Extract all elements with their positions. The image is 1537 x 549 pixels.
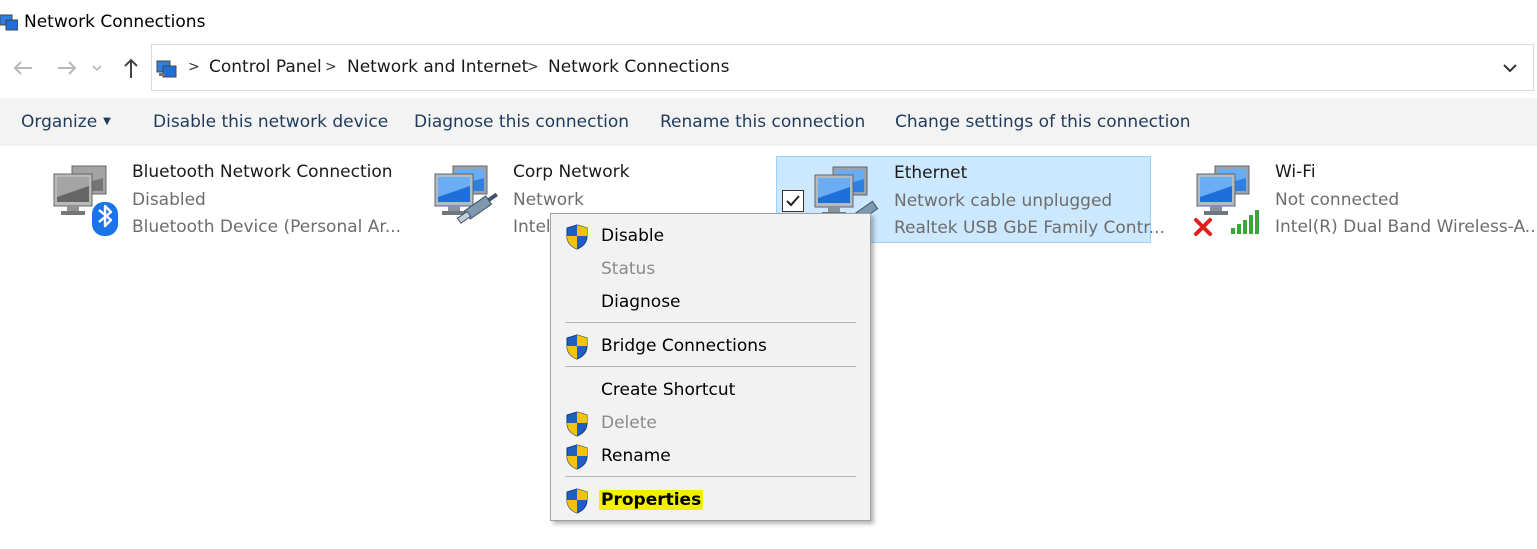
uac-shield-icon: [566, 488, 588, 514]
connection-device: Intel(R) Dual Band Wireless-A...: [1275, 217, 1537, 237]
network-folder-icon: [156, 60, 177, 78]
connection-name: Bluetooth Network Connection: [132, 162, 393, 182]
breadcrumb-separator: >: [188, 59, 200, 75]
organize-menu-button[interactable]: Organize ▼: [21, 112, 111, 132]
menu-item-disable[interactable]: Disable: [551, 221, 870, 251]
connection-device: Realtek USB GbE Family Contr...: [894, 218, 1165, 238]
back-button[interactable]: [10, 56, 36, 80]
menu-item-label: Properties: [599, 490, 704, 510]
breadcrumb-network-connections[interactable]: Network Connections: [548, 57, 729, 77]
bluetooth-network-icon: [53, 165, 118, 236]
breadcrumb-separator: >: [527, 59, 539, 75]
menu-item-label: Delete: [601, 413, 657, 433]
menu-item-bridge-connections[interactable]: Bridge Connections: [551, 331, 870, 361]
connection-tile-bluetooth[interactable]: Bluetooth Network Connection Disabled Bl…: [50, 156, 401, 244]
menu-item-create-shortcut[interactable]: Create Shortcut: [551, 375, 870, 405]
title-bar: Network Connections: [0, 0, 1537, 42]
menu-item-rename[interactable]: Rename: [551, 441, 870, 471]
menu-item-status: Status: [551, 254, 870, 284]
wired-network-icon: [434, 165, 498, 224]
connection-status: Network: [513, 190, 584, 210]
connection-name: Corp Network: [513, 162, 630, 182]
organize-label: Organize: [21, 112, 98, 132]
menu-item-label: Diagnose: [601, 292, 681, 312]
change-settings-button[interactable]: Change settings of this connection: [895, 112, 1191, 132]
connection-device: Bluetooth Device (Personal Ar...: [132, 217, 402, 237]
breadcrumb-separator: >: [325, 59, 337, 75]
menu-item-label: Create Shortcut: [601, 380, 736, 400]
menu-item-properties[interactable]: Properties: [551, 485, 870, 515]
uac-shield-icon: [566, 334, 588, 360]
menu-item-label: Status: [601, 259, 656, 279]
disable-device-button[interactable]: Disable this network device: [153, 112, 388, 132]
forward-arrow-icon: [58, 61, 77, 75]
window-title: Network Connections: [24, 12, 206, 32]
uac-shield-icon: [566, 411, 588, 437]
connection-name: Ethernet: [894, 163, 968, 183]
menu-separator: [565, 366, 856, 367]
forward-button[interactable]: [54, 56, 80, 80]
chevron-down-icon: [92, 65, 102, 72]
connection-status: Not connected: [1275, 190, 1400, 210]
connection-tile-wifi[interactable]: Wi-Fi Not connected Intel(R) Dual Band W…: [1193, 156, 1537, 244]
menu-separator: [565, 476, 856, 477]
breadcrumb-control-panel[interactable]: Control Panel: [209, 57, 322, 77]
selection-checkbox[interactable]: [782, 190, 804, 212]
menu-item-label: Bridge Connections: [601, 336, 767, 356]
context-menu: Disable Status Diagnose Bridge Connectio…: [550, 213, 871, 521]
menu-item-label: Disable: [601, 226, 665, 246]
address-bar[interactable]: > Control Panel > Network and Internet >…: [151, 44, 1534, 91]
wifi-network-icon: [1194, 165, 1259, 236]
menu-item-delete: Delete: [551, 408, 870, 438]
navigation-bar: > Control Panel > Network and Internet >…: [0, 44, 1537, 92]
connection-status: Network cable unplugged: [894, 191, 1113, 211]
recent-locations-button[interactable]: [88, 56, 106, 80]
checkmark-icon: [786, 195, 800, 207]
up-button[interactable]: [118, 56, 144, 80]
menu-separator: [565, 322, 856, 323]
diagnose-connection-button[interactable]: Diagnose this connection: [414, 112, 629, 132]
up-arrow-icon: [124, 58, 138, 78]
connection-status: Disabled: [132, 190, 206, 210]
rename-connection-button[interactable]: Rename this connection: [660, 112, 865, 132]
address-history-chevron-icon[interactable]: [1501, 60, 1519, 76]
network-connections-app-icon: [0, 14, 18, 31]
connection-name: Wi-Fi: [1275, 162, 1316, 182]
back-arrow-icon: [13, 61, 32, 75]
uac-shield-icon: [566, 444, 588, 470]
menu-item-diagnose[interactable]: Diagnose: [551, 287, 870, 317]
uac-shield-icon: [566, 224, 588, 250]
breadcrumb-network-and-internet[interactable]: Network and Internet: [347, 57, 528, 77]
caret-down-icon: ▼: [103, 116, 111, 127]
menu-item-label: Rename: [601, 446, 671, 466]
command-bar: Organize ▼ Disable this network device Di…: [0, 98, 1537, 146]
